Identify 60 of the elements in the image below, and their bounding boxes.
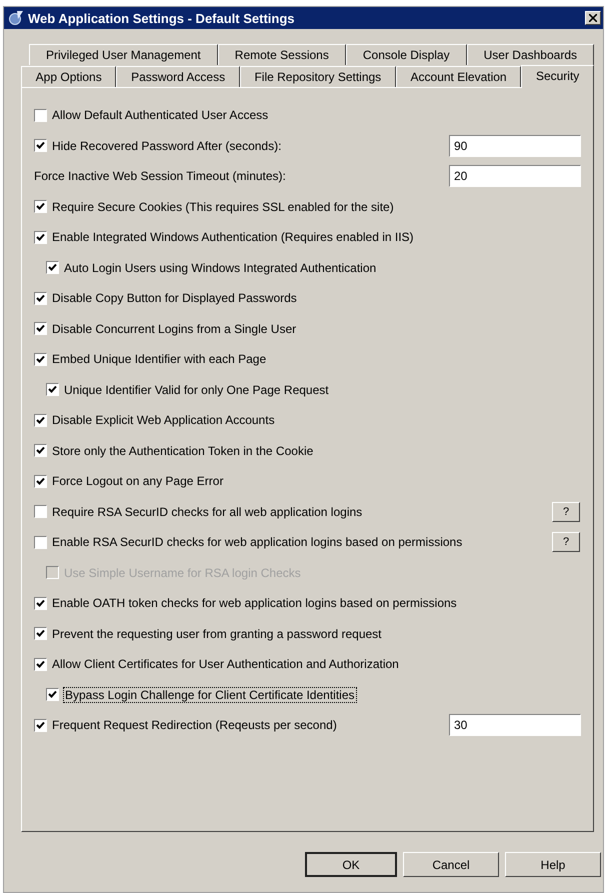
tab[interactable]: Account Elevation — [396, 66, 522, 87]
dialog-button[interactable]: Help — [505, 852, 601, 877]
checkbox[interactable] — [34, 322, 47, 336]
input-field[interactable]: 30 — [449, 714, 581, 736]
checkbox-label[interactable]: Auto Login Users using Windows Integrated Authentication — [64, 260, 583, 275]
checkbox-label[interactable]: Unique Identifier Valid for only One Page Request — [64, 382, 583, 397]
checkbox-label[interactable]: Enable OATH token checks for web application logins based on permissions — [52, 596, 583, 610]
checkbox-label[interactable]: Embed Unique Identifier with each Page — [52, 352, 583, 366]
checkbox-label[interactable]: Require Secure Cookies (This requires SSL enabled for the site) — [52, 200, 583, 214]
close-button[interactable] — [585, 11, 601, 25]
dialog-button[interactable]: OK — [305, 852, 397, 877]
checkbox[interactable] — [34, 505, 47, 518]
checkbox[interactable] — [34, 230, 47, 244]
field-label: Force Inactive Web Session Timeout (minutes): — [34, 169, 287, 184]
help-button[interactable]: ? — [552, 502, 580, 522]
checkbox[interactable] — [46, 383, 59, 396]
checkbox[interactable] — [34, 627, 47, 640]
checkbox[interactable] — [34, 474, 47, 488]
tab[interactable]: App Options — [21, 66, 116, 87]
window-title: Web Application Settings - Default Settings — [28, 10, 296, 26]
checkbox-label[interactable]: Allow Client Certificates for User Authentication and Authorization — [52, 657, 583, 672]
checkbox-label[interactable]: Bypass Login Challenge for Client Certificate Identities — [64, 688, 356, 702]
checkbox-label[interactable]: Disable Concurrent Logins from a Single User — [52, 322, 583, 336]
checkbox[interactable] — [34, 444, 47, 458]
app-icon — [8, 10, 24, 26]
checkbox[interactable] — [34, 596, 47, 610]
checkbox-label[interactable]: Hide Recovered Password After (seconds): — [52, 138, 444, 153]
checkbox[interactable] — [34, 718, 47, 732]
checkbox[interactable] — [34, 200, 47, 214]
checkbox[interactable] — [34, 352, 47, 366]
checkbox-label[interactable]: Require RSA SecurID checks for all web application logins — [52, 504, 547, 519]
tab[interactable]: User Dashboards — [466, 44, 594, 65]
checkbox[interactable] — [34, 292, 47, 305]
tab[interactable]: Security — [521, 65, 594, 88]
checkbox-label[interactable]: Disable Copy Button for Displayed Passwords — [52, 291, 583, 306]
help-button[interactable]: ? — [552, 532, 580, 552]
checkbox-label[interactable]: Force Logout on any Page Error — [52, 474, 583, 488]
checkbox[interactable] — [34, 414, 47, 427]
checkbox-label[interactable]: Enable RSA SecurID checks for web application logins based on permissions — [52, 535, 547, 550]
checkbox[interactable] — [46, 688, 59, 702]
tab[interactable]: Remote Sessions — [218, 44, 346, 65]
checkbox[interactable] — [46, 261, 59, 274]
checkbox[interactable] — [34, 139, 47, 152]
checkbox-label[interactable]: Store only the Authentication Token in the Cookie — [52, 444, 583, 458]
checkbox[interactable] — [34, 658, 47, 671]
tab[interactable]: File Repository Settings — [240, 66, 396, 87]
tab[interactable]: Console Display — [346, 44, 467, 65]
close-icon — [589, 14, 597, 22]
checkbox-label[interactable]: Allow Default Authenticated User Access — [52, 108, 583, 122]
checkbox-label[interactable]: Frequent Request Redirection (Reqeusts per second) — [52, 718, 444, 732]
checkbox[interactable] — [34, 108, 47, 122]
checkbox[interactable] — [34, 536, 47, 549]
dialog-button[interactable]: Cancel — [403, 852, 499, 877]
tab[interactable]: Privileged User Management — [29, 44, 218, 65]
checkbox-label[interactable]: Prevent the requesting user from granting a password request — [52, 626, 583, 641]
checkbox-label[interactable]: Enable Integrated Windows Authentication (Requires enabled in IIS) — [52, 230, 583, 244]
tab[interactable]: Password Access — [116, 66, 240, 87]
input-field[interactable]: 20 — [449, 165, 581, 188]
checkbox-label[interactable]: Disable Explicit Web Application Accounts — [52, 413, 583, 428]
input-field[interactable]: 90 — [449, 134, 581, 157]
